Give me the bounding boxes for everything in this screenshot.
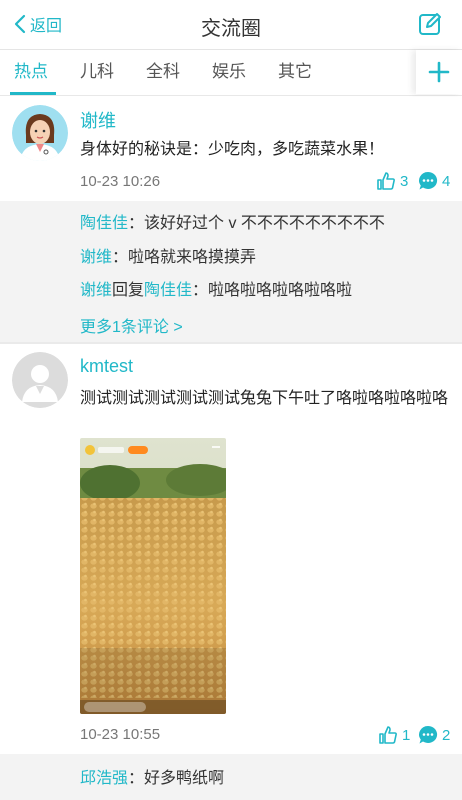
category-tabs: 热点 儿科 全科 娱乐 其它 [0, 50, 462, 96]
compose-button[interactable] [418, 12, 442, 36]
reply-word: 回复 [112, 282, 145, 299]
doctor-avatar-icon [12, 105, 68, 161]
comment-button[interactable]: 2 [418, 725, 450, 745]
like-button[interactable]: 1 [378, 725, 410, 745]
video-thumbnail[interactable] [80, 438, 226, 714]
comment-text: ：好多鸭纸啊 [128, 770, 225, 787]
comment-author[interactable]: 谢维 [80, 249, 112, 266]
comment-item[interactable]: 邱浩强：好多鸭纸啊 [80, 764, 224, 788]
post-author[interactable]: kmtest [80, 356, 133, 377]
thumbs-up-icon [379, 726, 397, 744]
comment-text: ：该好好过个 v 不不不不不不不不不 [128, 215, 385, 232]
tab-pediatrics[interactable]: 儿科 [80, 50, 114, 96]
plus-icon [428, 61, 450, 83]
like-button[interactable]: 3 [376, 171, 408, 191]
avatar[interactable] [12, 352, 68, 408]
tab-hot[interactable]: 热点 [14, 50, 48, 96]
comment-author[interactable]: 邱浩强 [80, 770, 128, 787]
navigation-bar: 返回 交流圈 [0, 0, 462, 50]
add-tab-button[interactable] [416, 50, 462, 94]
like-count: 1 [402, 726, 411, 744]
post-content: 身体好的秘诀是：少吃肉，多吃蔬菜水果！ [80, 141, 385, 158]
comment-bubble-icon [419, 171, 438, 190]
more-comments-link[interactable]: 更多1条评论 > [80, 313, 183, 337]
tab-general[interactable]: 全科 [146, 50, 180, 96]
edit-icon [419, 13, 441, 35]
page-title: 交流圈 [201, 18, 261, 40]
comment-bubble-icon [419, 725, 438, 744]
reply-target[interactable]: 陶佳佳 [144, 282, 192, 299]
like-count: 3 [400, 172, 409, 190]
comment-item[interactable]: 陶佳佳：该好好过个 v 不不不不不不不不不 [80, 209, 385, 233]
post-card: kmtest 测试测试测试测试测试兔兔下午吐了咯啦咯啦咯啦咯 10-23 10:… [0, 344, 462, 754]
comment-item[interactable]: 谢维回复陶佳佳：啦咯啦咯啦咯啦咯啦 [80, 276, 352, 300]
comment-author[interactable]: 谢维 [80, 282, 112, 299]
comment-item[interactable]: 谢维：啦咯就来咯摸摸弄 [80, 243, 256, 267]
tab-other[interactable]: 其它 [278, 50, 312, 96]
ducks-video-image [80, 438, 226, 714]
post-card: 谢维 身体好的秘诀是：少吃肉，多吃蔬菜水果！ 10-23 10:26 3 4 [0, 97, 462, 201]
comment-button[interactable]: 4 [418, 171, 450, 191]
comment-count: 4 [442, 172, 451, 190]
post-timestamp: 10-23 10:26 [80, 173, 161, 190]
default-user-avatar-icon [12, 352, 68, 408]
comment-list: 陶佳佳：该好好过个 v 不不不不不不不不不 谢维：啦咯就来咯摸摸弄 谢维回复陶佳… [0, 201, 462, 342]
active-tab-indicator [10, 92, 56, 95]
post-content: 测试测试测试测试测试兔兔下午吐了咯啦咯啦咯啦咯 [80, 390, 449, 407]
avatar[interactable] [12, 105, 68, 161]
comment-list: 邱浩强：好多鸭纸啊 [0, 754, 462, 800]
tab-entertainment[interactable]: 娱乐 [212, 50, 246, 96]
comment-author[interactable]: 陶佳佳 [80, 215, 128, 232]
thumbs-up-icon [377, 172, 395, 190]
comment-text: ：啦咯啦咯啦咯啦咯啦 [192, 282, 353, 299]
comment-text: ：啦咯就来咯摸摸弄 [112, 249, 257, 266]
post-author[interactable]: 谢维 [80, 107, 116, 133]
comment-count: 2 [442, 726, 451, 744]
post-timestamp: 10-23 10:55 [80, 726, 161, 743]
